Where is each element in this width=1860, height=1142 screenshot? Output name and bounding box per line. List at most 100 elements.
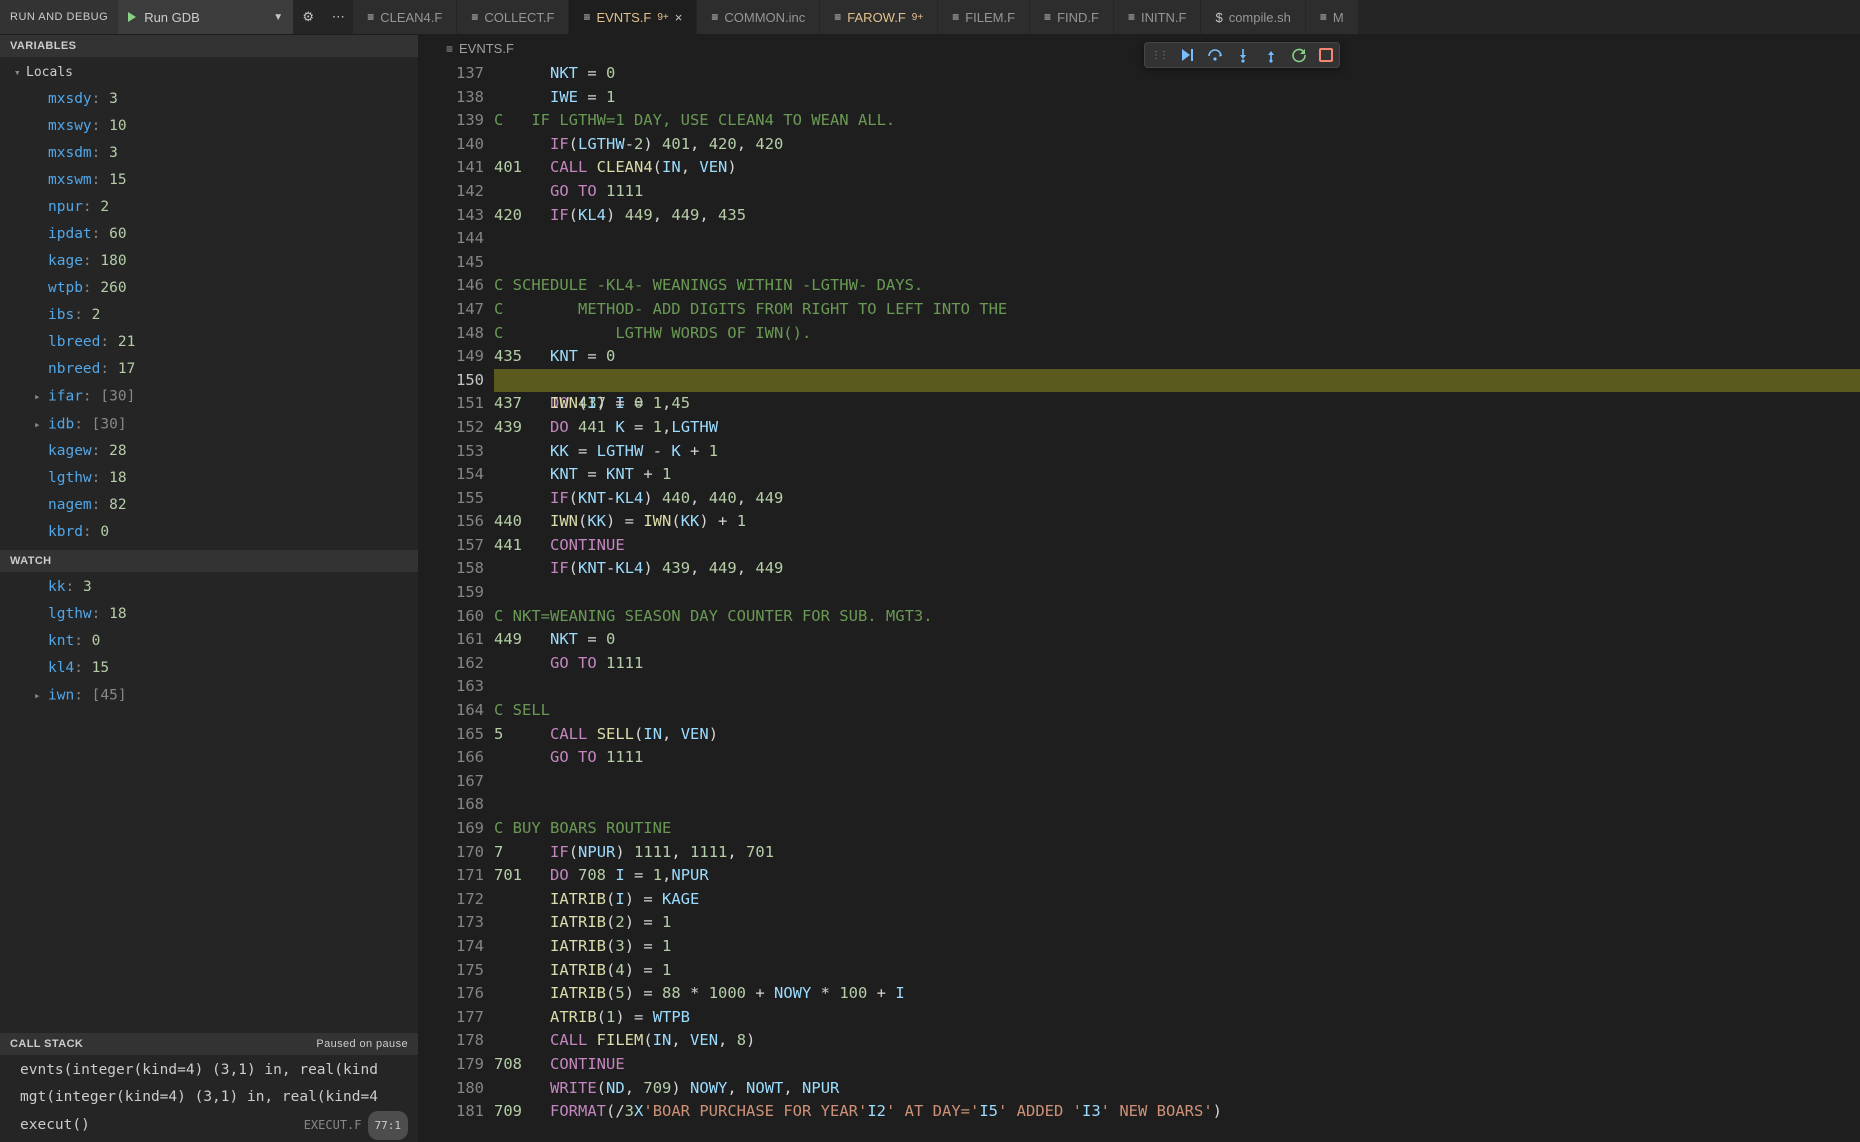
variable-row[interactable]: ▸idb: [30] xyxy=(0,411,418,439)
variable-row[interactable]: kage: 180 xyxy=(0,248,418,275)
code-line[interactable]: DO 437 I = 1,45 xyxy=(494,369,1860,393)
line-number[interactable]: 146 xyxy=(418,274,484,298)
editor-tab[interactable]: ≡M xyxy=(1306,0,1359,34)
editor-tab[interactable]: $compile.sh xyxy=(1201,0,1305,34)
variable-row[interactable]: kk: 3 xyxy=(0,574,418,601)
code-line[interactable]: IATRIB(5) = 88 * 1000 + NOWY * 100 + I xyxy=(494,982,1860,1006)
code-line[interactable]: 7 IF(NPUR) 1111, 1111, 701 xyxy=(494,841,1860,865)
line-number[interactable]: 153 xyxy=(418,440,484,464)
line-number[interactable]: 176 xyxy=(418,982,484,1006)
line-number[interactable]: 160 xyxy=(418,605,484,629)
variable-row[interactable]: ▸ifar: [30] xyxy=(0,383,418,411)
code-line[interactable] xyxy=(494,227,1860,251)
code-line[interactable]: 449 NKT = 0 xyxy=(494,628,1860,652)
line-number[interactable]: 167 xyxy=(418,770,484,794)
restart-button[interactable] xyxy=(1291,47,1307,63)
continue-button[interactable] xyxy=(1179,47,1195,63)
line-number[interactable]: 152 xyxy=(418,416,484,440)
code-line[interactable]: KNT = KNT + 1 xyxy=(494,463,1860,487)
code-body[interactable]: NKT = 0 IWE = 1C IF LGTHW=1 DAY, USE CLE… xyxy=(494,62,1860,1142)
line-number[interactable]: 151 xyxy=(418,392,484,416)
line-number[interactable]: 163 xyxy=(418,675,484,699)
callstack-section-header[interactable]: CALL STACK Paused on pause xyxy=(0,1033,418,1055)
editor-tab[interactable]: ≡COMMON.inc xyxy=(697,0,820,34)
line-number[interactable]: 173 xyxy=(418,911,484,935)
line-number[interactable]: 170 xyxy=(418,841,484,865)
line-number[interactable]: 162 xyxy=(418,652,484,676)
code-line[interactable]: GO TO 1111 xyxy=(494,746,1860,770)
code-line[interactable]: GO TO 1111 xyxy=(494,180,1860,204)
variable-row[interactable]: ▸iwn: [45] xyxy=(0,682,418,710)
line-number[interactable]: 137 xyxy=(418,62,484,86)
line-number[interactable]: 166 xyxy=(418,746,484,770)
more-actions-button[interactable]: ⋯ xyxy=(323,0,353,34)
line-number[interactable]: 181 xyxy=(418,1100,484,1124)
line-number[interactable]: 175 xyxy=(418,959,484,983)
line-number[interactable]: 157 xyxy=(418,534,484,558)
breadcrumb[interactable]: ≡ EVNTS.F xyxy=(418,35,1860,62)
variable-row[interactable]: ibs: 2 xyxy=(0,302,418,329)
code-line[interactable]: KK = LGTHW - K + 1 xyxy=(494,440,1860,464)
code-line[interactable]: 701 DO 708 I = 1,NPUR xyxy=(494,864,1860,888)
variable-row[interactable]: ipdat: 60 xyxy=(0,221,418,248)
code-line[interactable]: ATRIB(1) = WTPB xyxy=(494,1006,1860,1030)
code-line[interactable]: IATRIB(4) = 1 xyxy=(494,959,1860,983)
line-number[interactable]: 141 xyxy=(418,156,484,180)
variable-row[interactable]: knt: 0 xyxy=(0,628,418,655)
editor-tab[interactable]: ≡EVNTS.F9+× xyxy=(569,0,697,34)
line-number[interactable]: 171 xyxy=(418,864,484,888)
line-number[interactable]: 154 xyxy=(418,463,484,487)
code-line[interactable]: 440 IWN(KK) = IWN(KK) + 1 xyxy=(494,510,1860,534)
variables-section-header[interactable]: VARIABLES xyxy=(0,35,418,57)
line-number[interactable]: 143 xyxy=(418,204,484,228)
editor-tab[interactable]: ≡INITN.F xyxy=(1114,0,1202,34)
line-number[interactable]: 139 xyxy=(418,109,484,133)
code-line[interactable]: IATRIB(I) = KAGE xyxy=(494,888,1860,912)
variable-row[interactable]: kl4: 15 xyxy=(0,655,418,682)
launch-config-select[interactable]: Run GDB ▼ xyxy=(118,0,293,34)
editor-tab[interactable]: ≡CLEAN4.F xyxy=(353,0,457,34)
callstack-frame[interactable]: evnts(integer(kind=4) (3,1) in, real(kin… xyxy=(0,1057,418,1084)
code-line[interactable]: 435 KNT = 0 xyxy=(494,345,1860,369)
line-number[interactable]: 142 xyxy=(418,180,484,204)
line-number[interactable]: 158 xyxy=(418,557,484,581)
code-line[interactable]: IF(LGTHW-2) 401, 420, 420 xyxy=(494,133,1860,157)
locals-scope[interactable]: ▾Locals xyxy=(0,59,418,86)
editor-tab[interactable]: ≡COLLECT.F xyxy=(457,0,569,34)
line-number[interactable]: 179 xyxy=(418,1053,484,1077)
code-line[interactable]: IWE = 1 xyxy=(494,86,1860,110)
code-line[interactable]: IF(KNT-KL4) 440, 440, 449 xyxy=(494,487,1860,511)
code-line[interactable]: C SCHEDULE -KL4- WEANINGS WITHIN -LGTHW-… xyxy=(494,274,1860,298)
code-line[interactable] xyxy=(494,251,1860,275)
line-number[interactable]: 145 xyxy=(418,251,484,275)
watch-section-header[interactable]: WATCH xyxy=(0,550,418,572)
line-number[interactable]: 161 xyxy=(418,628,484,652)
code-line[interactable]: 441 CONTINUE xyxy=(494,534,1860,558)
line-number[interactable]: 174 xyxy=(418,935,484,959)
code-line[interactable]: CALL FILEM(IN, VEN, 8) xyxy=(494,1029,1860,1053)
code-line[interactable]: IATRIB(2) = 1 xyxy=(494,911,1860,935)
line-number[interactable]: 150▷ xyxy=(418,369,484,393)
code-line[interactable]: 708 CONTINUE xyxy=(494,1053,1860,1077)
code-line[interactable]: C METHOD- ADD DIGITS FROM RIGHT TO LEFT … xyxy=(494,298,1860,322)
variable-row[interactable]: nbreed: 17 xyxy=(0,356,418,383)
line-number[interactable]: 147 xyxy=(418,298,484,322)
editor-tab[interactable]: ≡FIND.F xyxy=(1030,0,1114,34)
code-line[interactable]: 5 CALL SELL(IN, VEN) xyxy=(494,723,1860,747)
line-number[interactable]: 156 xyxy=(418,510,484,534)
code-line[interactable] xyxy=(494,793,1860,817)
line-number[interactable]: 168 xyxy=(418,793,484,817)
code-line[interactable]: 439 DO 441 K = 1,LGTHW xyxy=(494,416,1860,440)
line-number[interactable]: 164 xyxy=(418,699,484,723)
code-line[interactable]: GO TO 1111 xyxy=(494,652,1860,676)
line-number[interactable]: 178 xyxy=(418,1029,484,1053)
stop-button[interactable] xyxy=(1319,48,1333,62)
code-line[interactable] xyxy=(494,770,1860,794)
variable-row[interactable]: mxswy: 10 xyxy=(0,113,418,140)
line-number[interactable]: 155 xyxy=(418,487,484,511)
variable-row[interactable]: mxsdy: 3 xyxy=(0,86,418,113)
step-out-button[interactable] xyxy=(1263,47,1279,63)
line-number[interactable]: 159 xyxy=(418,581,484,605)
line-number[interactable]: 144 xyxy=(418,227,484,251)
code-line[interactable]: 401 CALL CLEAN4(IN, VEN) xyxy=(494,156,1860,180)
